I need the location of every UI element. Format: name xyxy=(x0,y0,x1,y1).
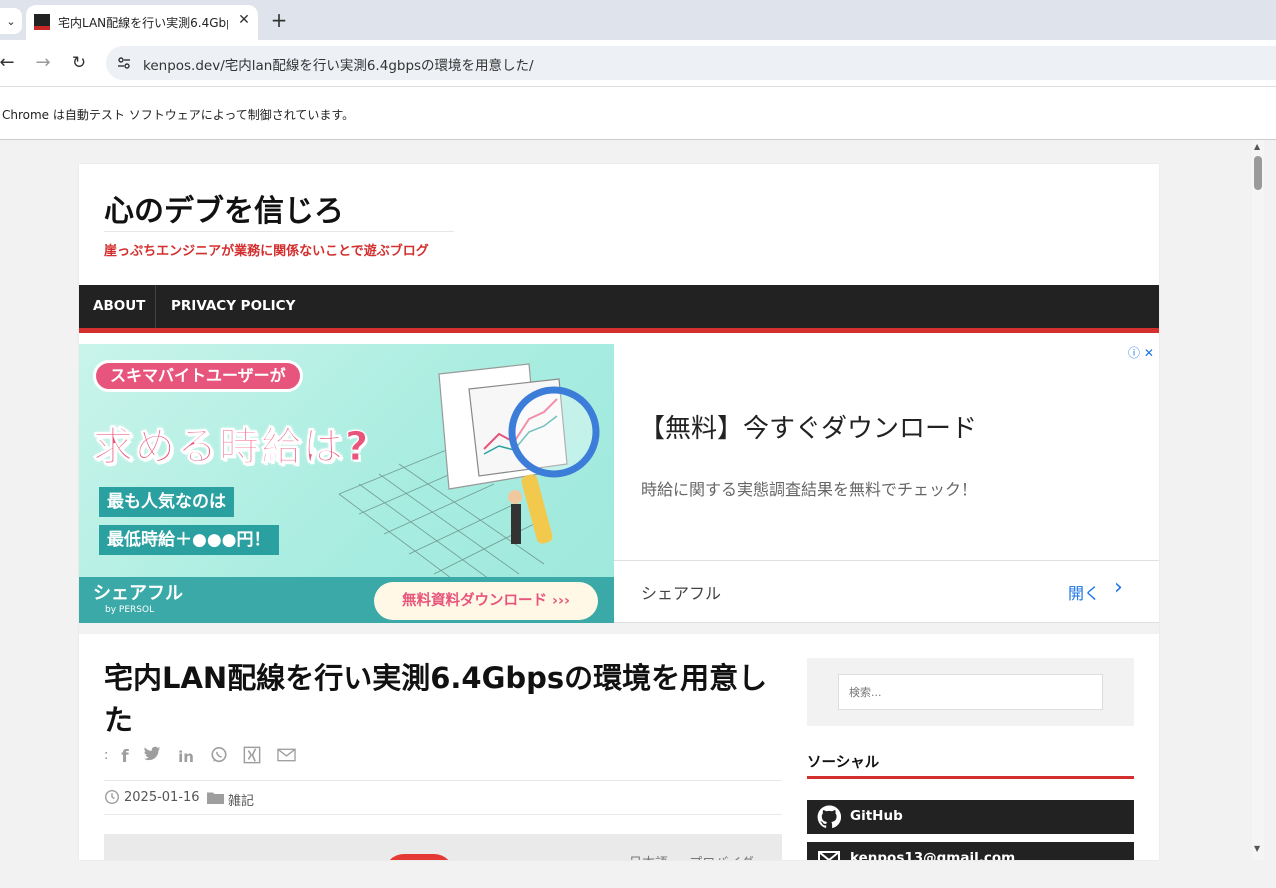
viewport-bottom xyxy=(0,860,1276,888)
page-scrollbar[interactable]: ▲ ▼ xyxy=(1252,140,1264,860)
search-input[interactable] xyxy=(838,674,1103,710)
search-widget xyxy=(807,658,1134,726)
ad-divider xyxy=(614,560,1159,561)
featured-image: 日本語 ・ プロバイダ xyxy=(104,834,782,860)
scroll-down-icon[interactable]: ▼ xyxy=(1254,844,1260,853)
github-link[interactable]: GitHub xyxy=(807,800,1134,834)
ad-choices-icon[interactable]: ⓘ ✕ xyxy=(1128,344,1158,361)
meta-divider xyxy=(104,780,782,781)
github-label: GitHub xyxy=(850,808,903,824)
page-container: 心のデブを信じろ 崖っぷちエンジニアが業務に関係ないことで遊ぶブログ ABOUT… xyxy=(79,164,1159,860)
ad-main-phrase: 求める時給は xyxy=(93,424,345,471)
ad-footer: シェアフル by PERSOL 無料資料ダウンロード ››› xyxy=(79,577,614,623)
featured-image-shape xyxy=(384,854,454,860)
post-category[interactable]: 雑記 xyxy=(228,790,254,809)
forward-button[interactable]: → xyxy=(32,52,54,74)
post-title: 宅内LAN配線を行い実測6.4Gbpsの環境を用意した xyxy=(104,661,768,737)
ad-brand-logo: シェアフル xyxy=(93,583,183,604)
nav-separator xyxy=(155,285,156,328)
share-label: : xyxy=(104,748,109,763)
address-bar[interactable]: kenpos.dev/宅内lan配線を行い実測6.4gbpsの環境を用意した/ xyxy=(106,46,1276,80)
github-icon xyxy=(817,805,841,829)
back-button[interactable]: ← xyxy=(0,52,18,74)
browser-toolbar: ← → ↻ kenpos.dev/宅内lan配線を行い実測6.4gbpsの環境を… xyxy=(0,40,1276,86)
widget-title-underline xyxy=(807,776,1134,779)
twitter-icon[interactable] xyxy=(141,746,163,768)
tab-close-icon[interactable]: ✕ xyxy=(234,10,254,30)
ad-open-link[interactable]: 開く xyxy=(1068,580,1100,604)
nav-accent-bar xyxy=(79,328,1159,333)
ad-illustration xyxy=(338,363,600,579)
ad-line-2: 最低時給＋●●●円！ xyxy=(99,525,279,555)
folder-icon xyxy=(207,792,224,804)
tab-search-button[interactable]: ⌄ xyxy=(0,8,22,34)
featured-image-caption: 日本語 ・ プロバイダ xyxy=(629,852,754,860)
social-widget-title: ソーシャル xyxy=(807,755,880,771)
ad-line-1: 最も人気なのは xyxy=(99,487,234,517)
ad-brand-sub: by PERSOL xyxy=(105,605,155,615)
site-tagline: 崖っぷちエンジニアが業務に関係ないことで遊ぶブログ xyxy=(104,244,429,259)
whatsapp-icon[interactable] xyxy=(208,746,230,768)
email-icon[interactable] xyxy=(275,746,297,768)
post-date: 2025-01-16 xyxy=(124,790,200,805)
active-tab[interactable]: 宅内LAN配線を行い実測6.4Gbpsの環境を用意した ✕ xyxy=(26,5,258,40)
ad-advertiser: シェアフル xyxy=(641,584,722,603)
facebook-icon[interactable]: f xyxy=(114,746,136,768)
url-text[interactable]: kenpos.dev/宅内lan配線を行い実測6.4gbpsの環境を用意した/ xyxy=(143,54,534,74)
site-favicon-icon xyxy=(34,14,50,30)
tab-strip: ⌄ 宅内LAN配線を行い実測6.4Gbpsの環境を用意した ✕ + xyxy=(0,0,1276,40)
meta-divider-bottom xyxy=(104,814,782,815)
advertisement[interactable]: スキマバイトユーザーが 求める時給は? 最も人気なのは 最低時給＋●●●円！ シ… xyxy=(79,344,1159,623)
scrollbar-thumb[interactable] xyxy=(1254,156,1262,190)
ad-bubble-text: スキマバイトユーザーが xyxy=(93,360,303,392)
mail-icon xyxy=(818,851,840,860)
ad-headline[interactable]: 【無料】今すぐダウンロード xyxy=(639,408,977,445)
infobar-text: Chrome は自動テスト ソフトウェアによって制御されています。 xyxy=(2,108,355,122)
site-info-icon[interactable] xyxy=(116,55,132,71)
section-gap xyxy=(79,623,1159,634)
ad-text-panel[interactable]: ⓘ ✕ 【無料】今すぐダウンロード 時給に関する実態調査結果を無料でチェック！ … xyxy=(614,344,1159,623)
reload-button[interactable]: ↻ xyxy=(68,52,90,74)
new-tab-button[interactable]: + xyxy=(268,7,290,33)
clock-icon xyxy=(104,789,120,805)
ad-description: 時給に関する実態調査結果を無料でチェック！ xyxy=(641,480,978,499)
main-navigation: ABOUT PRIVACY POLICY xyxy=(79,285,1159,328)
chevron-right-icon[interactable]: › xyxy=(1114,575,1123,600)
tab-title: 宅内LAN配線を行い実測6.4Gbpsの環境を用意した xyxy=(58,16,228,30)
linkedin-icon[interactable]: in xyxy=(175,746,197,768)
xing-icon[interactable] xyxy=(241,746,263,768)
nav-item-privacy-policy[interactable]: PRIVACY POLICY xyxy=(171,285,295,328)
nav-item-about[interactable]: ABOUT xyxy=(93,285,145,328)
ad-download-button[interactable]: 無料資料ダウンロード ››› xyxy=(374,582,598,620)
site-title[interactable]: 心のデブを信じろ xyxy=(104,186,344,230)
automation-infobar: Chrome は自動テスト ソフトウェアによって制御されています。 xyxy=(0,86,1276,140)
share-buttons: : f in xyxy=(104,746,304,768)
ad-image[interactable]: スキマバイトユーザーが 求める時給は? 最も人気なのは 最低時給＋●●●円！ シ… xyxy=(79,344,614,623)
email-label: kenpos13@gmail.com xyxy=(850,850,1016,860)
title-divider xyxy=(104,231,454,232)
scroll-up-icon[interactable]: ▲ xyxy=(1254,142,1260,151)
email-link[interactable]: kenpos13@gmail.com xyxy=(807,842,1134,860)
